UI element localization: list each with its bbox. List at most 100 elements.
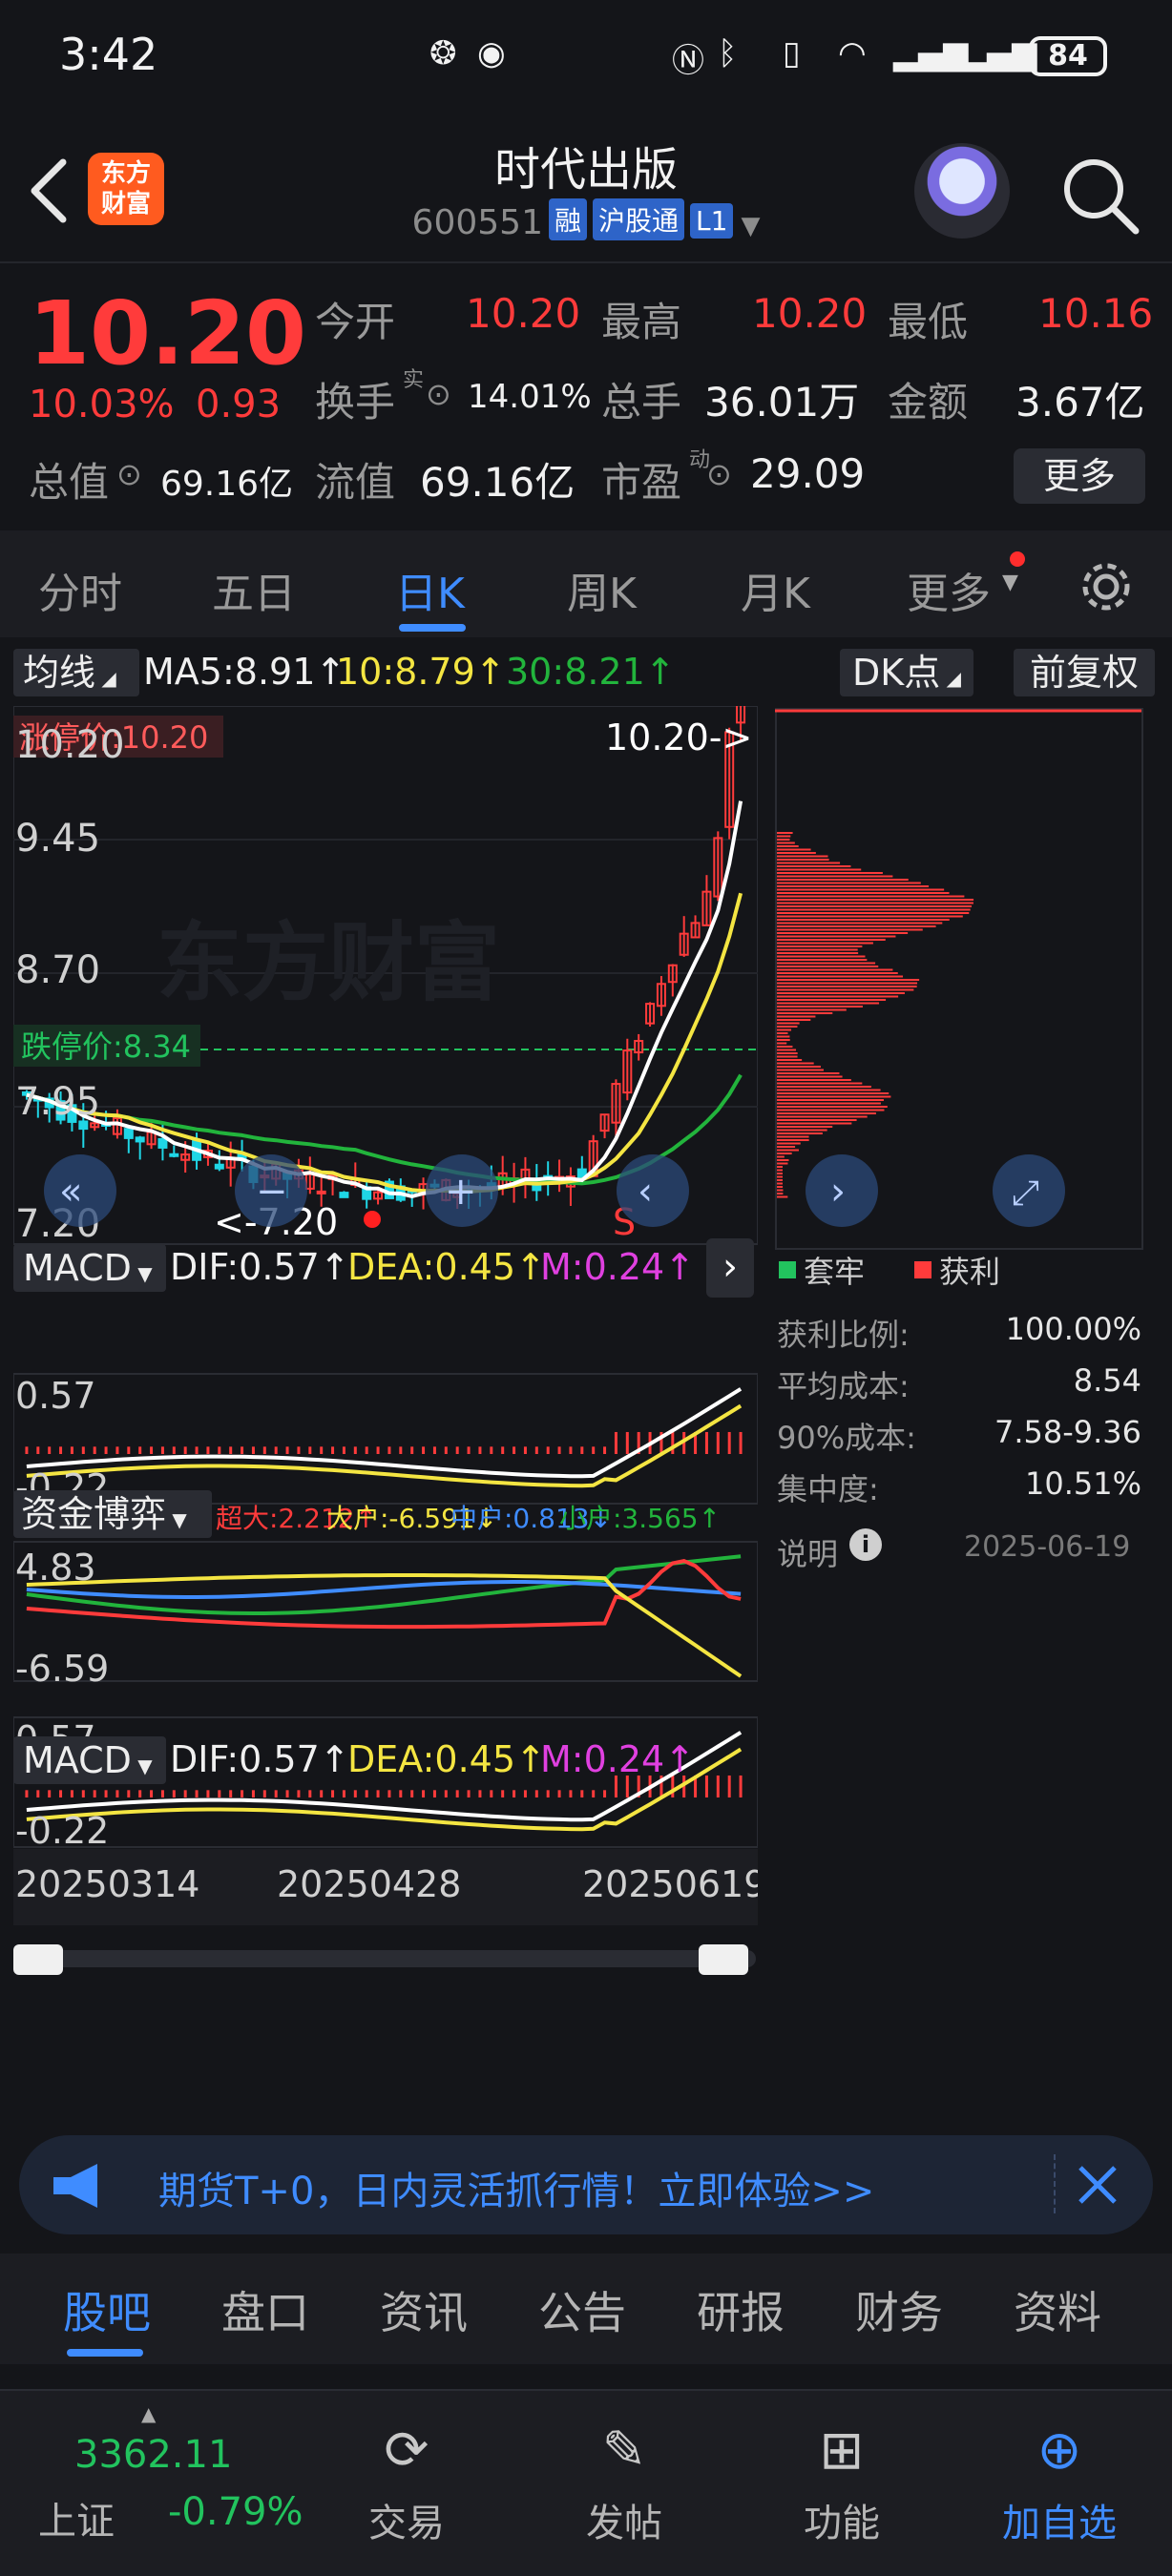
settings-gear-icon[interactable] xyxy=(1077,557,1136,616)
ma-selector[interactable]: 均线 ◢ xyxy=(13,649,139,696)
pe-info-icon[interactable]: ⊙ xyxy=(706,456,732,492)
chip-stat-value-avg: 8.54 xyxy=(1073,1362,1141,1399)
chip-bar xyxy=(777,902,973,904)
nav-trade[interactable]: 交易 xyxy=(311,2492,502,2547)
chip-bar xyxy=(777,832,793,834)
chip-bar xyxy=(777,995,899,998)
dk-point-button[interactable]: DK点 ◢ xyxy=(840,649,973,696)
amount-value: 3.67亿 xyxy=(1015,379,1145,426)
chip-bar xyxy=(777,872,883,874)
chip-bar xyxy=(777,868,862,871)
chip-bar xyxy=(777,1112,876,1114)
x-label-1: 20250314 xyxy=(15,1863,199,1905)
y-label-3: 8.70 xyxy=(15,948,100,992)
search-icon[interactable] xyxy=(1057,153,1143,239)
chip-note-label[interactable]: 说明 xyxy=(777,1530,838,1574)
chip-bar xyxy=(777,975,904,978)
tab-announcements[interactable]: 公告 xyxy=(538,2278,626,2341)
chip-stat-label-conc: 集中度: xyxy=(777,1471,879,1507)
chip-bar xyxy=(777,952,859,954)
chip-bar xyxy=(777,1052,798,1054)
dropdown-icon: ▼ xyxy=(741,212,761,240)
index-value[interactable]: 3362.11 xyxy=(74,2433,232,2477)
tab-guba[interactable]: 股吧 xyxy=(63,2278,151,2341)
trapped-legend-swatch xyxy=(779,1261,796,1278)
chip-bar xyxy=(777,882,921,884)
more-quote-button[interactable]: 更多 xyxy=(1014,448,1145,504)
chip-bar xyxy=(777,839,790,841)
info-icon[interactable]: ⊙ xyxy=(426,376,451,412)
connect-tag: 沪股通 xyxy=(593,198,685,240)
ma10-legend: 10:8.79↑ xyxy=(336,651,506,693)
mktcap-info-icon[interactable]: ⊙ xyxy=(116,456,142,492)
tab-day-k[interactable]: 日K xyxy=(395,559,465,620)
chip-bar xyxy=(777,908,971,911)
open-value: 10.20 xyxy=(466,290,581,337)
period-tabs: 分时 五日 日K 周K 月K 更多 ▼ xyxy=(0,530,1172,637)
mktcap-label: 总值 xyxy=(29,459,110,506)
tab-research[interactable]: 研报 xyxy=(697,2278,785,2341)
trade-icon[interactable]: ⟳ xyxy=(311,2420,502,2482)
volume-value: 36.01万 xyxy=(704,379,860,426)
add-watchlist-icon[interactable]: ⊕ xyxy=(964,2420,1155,2482)
fund-y-bottom: -6.59 xyxy=(15,1648,109,1690)
tab-news[interactable]: 资讯 xyxy=(380,2278,468,2341)
turnover-sup: 实 xyxy=(403,368,425,392)
chip-bar xyxy=(777,1102,881,1105)
range-slider-right-handle xyxy=(699,1944,748,1975)
macd1-selector[interactable]: MACD ▼ xyxy=(13,1244,166,1292)
tab-five-day[interactable]: 五日 xyxy=(212,559,296,620)
low-value: 10.16 xyxy=(1038,290,1154,337)
tab-finance[interactable]: 财务 xyxy=(855,2278,943,2341)
fund-y-top: 4.83 xyxy=(15,1547,96,1589)
chip-bar xyxy=(777,922,943,924)
chip-distribution-chart[interactable]: › ⤢ xyxy=(775,708,1143,1250)
ma-selector-label: 均线 xyxy=(23,652,96,694)
index-up-arrow-icon: ▲ xyxy=(141,2402,157,2425)
candle-body xyxy=(214,1163,224,1170)
tab-week-k[interactable]: 周K xyxy=(567,559,637,620)
chip-bar xyxy=(777,1159,789,1161)
tab-more[interactable]: 更多 xyxy=(907,559,991,620)
macd2-selector[interactable]: MACD ▼ xyxy=(13,1736,166,1784)
chip-bar xyxy=(777,945,863,947)
chip-bar xyxy=(777,1149,799,1152)
nav-add-watchlist[interactable]: 加自选 xyxy=(964,2492,1155,2547)
tab-intraday[interactable]: 分时 xyxy=(38,559,122,620)
chip-info-icon[interactable]: i xyxy=(849,1528,882,1561)
chip-bar xyxy=(777,879,909,881)
chip-bar xyxy=(777,1075,843,1078)
fund-selector[interactable]: 资金博弈 ▼ xyxy=(13,1490,212,1538)
chip-bar xyxy=(777,848,811,851)
candle-body xyxy=(123,1128,134,1139)
promo-banner[interactable]: 期货T+0，日内灵活抓行情！立即体验>> xyxy=(19,2135,1153,2234)
chip-bar xyxy=(777,1069,824,1071)
chip-bar xyxy=(777,862,841,864)
functions-icon[interactable]: ⊞ xyxy=(746,2420,937,2482)
chip-stat-value-conc: 10.51% xyxy=(1024,1465,1141,1502)
chip-bar xyxy=(777,986,917,987)
expand-panel-button[interactable]: › xyxy=(706,1238,754,1298)
tab-profile[interactable]: 资料 xyxy=(1014,2278,1101,2341)
chip-bar xyxy=(777,932,909,934)
nav-functions[interactable]: 功能 xyxy=(746,2492,937,2547)
close-icon[interactable] xyxy=(1075,2162,1120,2208)
tab-order-book[interactable]: 盘口 xyxy=(221,2278,309,2341)
chip-bar xyxy=(777,1169,783,1172)
adjust-button[interactable]: 前复权 xyxy=(1014,649,1155,696)
amount-label: 金额 xyxy=(888,379,969,426)
index-name[interactable]: 上证 xyxy=(38,2490,115,2545)
chip-bar xyxy=(777,855,828,858)
chip-bar xyxy=(777,1035,790,1038)
nav-post[interactable]: 发帖 xyxy=(529,2492,720,2547)
fund-small-legend: 小户:3.565↑ xyxy=(559,1503,722,1534)
kline-chart-svg[interactable]: 东方财富 涨停价:10.20 10.20 9.45 8.70 7.95 7.20… xyxy=(13,706,758,2152)
tab-month-k[interactable]: 月K xyxy=(741,559,810,620)
macd2-dif: DIF:0.57↑ xyxy=(170,1738,350,1780)
assistant-robot-icon[interactable] xyxy=(914,143,1010,239)
chip-bar xyxy=(777,1099,885,1101)
macd2-m: M:0.24↑ xyxy=(540,1738,696,1780)
chip-stat-value-90: 7.58-9.36 xyxy=(994,1414,1141,1450)
post-icon[interactable]: ✎ xyxy=(529,2420,720,2482)
chip-bar xyxy=(777,1028,792,1031)
